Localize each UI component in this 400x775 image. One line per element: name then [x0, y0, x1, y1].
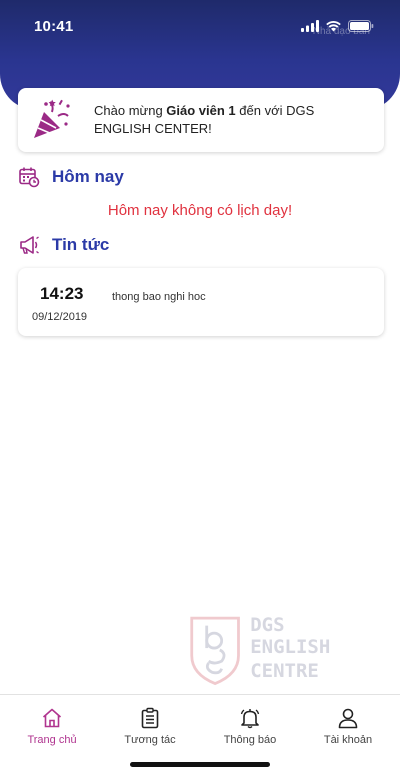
user-icon: [338, 708, 358, 729]
news-date: 09/12/2019: [32, 311, 88, 323]
welcome-message: Chào mừng Giáo viên 1 đến với DGS ENGLIS…: [94, 102, 364, 138]
welcome-user-name: Giáo viên 1: [166, 103, 236, 118]
status-icons: [301, 20, 374, 32]
tab-home-label: Trang chủ: [27, 734, 77, 746]
news-time: 14:23: [40, 284, 84, 303]
tab-account[interactable]: Tài khoản: [298, 707, 398, 746]
calendar-clock-icon: [19, 167, 40, 188]
no-schedule-message: Hôm nay không có lịch dạy!: [107, 202, 293, 219]
welcome-card: Chào mừng Giáo viên 1 đến với DGS ENGLIS…: [18, 88, 384, 152]
news-item-title: thong bao nghi hoc: [112, 291, 206, 303]
watermark-line1: DGS: [250, 614, 285, 636]
watermark-line2: ENGLISH CENTRE: [250, 636, 331, 682]
today-title: Hôm nay: [52, 167, 124, 186]
battery-icon: [348, 20, 374, 32]
status-bar: 10:41: [0, 0, 400, 52]
dgs-shield-logo-icon: [190, 616, 240, 686]
party-popper-icon: [34, 99, 70, 138]
bell-icon: [240, 709, 260, 729]
tab-interaction[interactable]: Tương tác: [100, 707, 200, 746]
megaphone-icon: [20, 236, 39, 254]
watermark-text: DGS ENGLISH CENTRE: [250, 615, 400, 683]
tab-account-label: Tài khoản: [323, 734, 373, 746]
home-icon: [42, 708, 62, 728]
status-time: 10:41: [34, 17, 74, 35]
today-section-header: Hôm nay: [18, 166, 124, 188]
cellular-signal-icon: [301, 20, 319, 32]
tab-notifications[interactable]: Thông báo: [200, 707, 300, 746]
news-item[interactable]: 14:23 09/12/2019 thong bao nghi hoc: [18, 268, 384, 336]
clipboard-icon: [141, 707, 159, 729]
home-indicator[interactable]: [130, 762, 270, 767]
tab-notifications-label: Thông báo: [223, 734, 277, 746]
wifi-icon: [326, 21, 341, 32]
tab-interaction-label: Tương tác: [124, 734, 176, 746]
news-section-header: Tin tức: [18, 234, 109, 256]
news-title: Tin tức: [52, 235, 110, 254]
dgs-logo-watermark: DGS ENGLISH CENTRE: [188, 610, 400, 688]
tab-home[interactable]: Trang chủ: [2, 707, 102, 746]
welcome-prefix: Chào mừng: [94, 103, 167, 118]
app-screen: Nhà dạo bán 10:41 Chào mừng Giáo viên 1 …: [0, 0, 400, 775]
